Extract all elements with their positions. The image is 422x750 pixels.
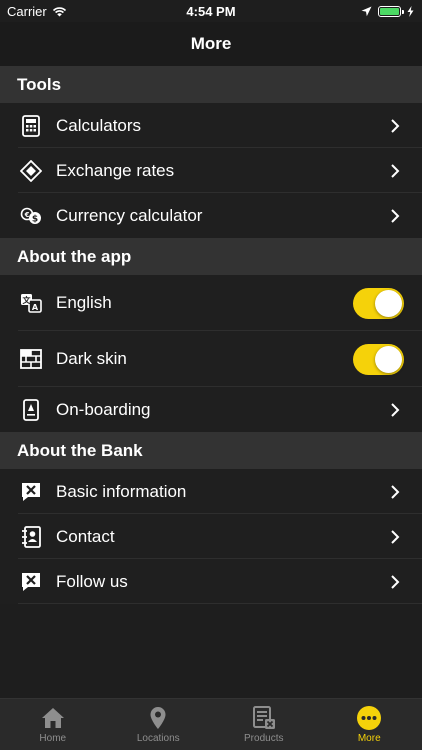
row-label: Follow us (56, 571, 128, 591)
phone-icon (20, 398, 42, 421)
chat-x-icon (20, 481, 42, 503)
home-icon (41, 708, 64, 728)
row-english: 文 A English (0, 275, 422, 331)
row-label: Basic information (56, 481, 187, 501)
row-on-boarding[interactable]: On-boarding (0, 387, 422, 432)
row-exchange-rates[interactable]: Exchange rates (0, 148, 422, 193)
tab-home[interactable]: Home (0, 699, 106, 750)
row-currency-calculator[interactable]: $ € Currency calculator (0, 193, 422, 238)
tab-bar: Home Locations Products More (0, 698, 422, 750)
chevron-right-icon (391, 574, 400, 589)
svg-text:€: € (24, 211, 30, 219)
dark-skin-toggle[interactable] (353, 343, 404, 375)
row-follow-us[interactable]: Follow us (0, 559, 422, 604)
time-label: 4:54 PM (186, 4, 236, 19)
more-icon (357, 706, 382, 730)
page-title: More (0, 22, 422, 66)
chevron-right-icon (391, 402, 400, 417)
section-header-about-app: About the app (0, 238, 422, 275)
svg-text:A: A (32, 303, 39, 312)
tab-label: Products (244, 733, 284, 744)
english-toggle[interactable] (353, 287, 404, 319)
row-label: English (56, 293, 112, 312)
row-label: Calculators (56, 115, 142, 135)
row-label: Currency calculator (56, 205, 203, 225)
pin-icon (150, 707, 166, 729)
chevron-right-icon (391, 118, 400, 133)
calculator-icon (20, 114, 42, 137)
more-list: Tools Calculators Exchange rates $ € Cur… (0, 66, 422, 604)
contact-book-icon (20, 525, 42, 548)
coins-icon: $ € (20, 205, 42, 227)
chevron-right-icon (391, 529, 400, 544)
tab-products[interactable]: Products (211, 699, 317, 750)
row-label: Exchange rates (56, 160, 175, 180)
row-basic-information[interactable]: Basic information (0, 469, 422, 514)
status-bar: Carrier 4:54 PM (0, 0, 422, 22)
brick-icon (20, 348, 42, 370)
section-header-tools: Tools (0, 66, 422, 103)
svg-text:$: $ (32, 214, 38, 224)
row-label: Dark skin (56, 349, 127, 368)
battery-icon (378, 5, 404, 17)
chevron-right-icon (391, 484, 400, 499)
chevron-right-icon (391, 163, 400, 178)
translate-icon: 文 A (20, 292, 42, 314)
row-label: On-boarding (56, 399, 151, 419)
exchange-icon (20, 159, 42, 182)
tab-label: Locations (136, 733, 180, 744)
chat-x-icon (20, 571, 42, 593)
section-header-about-bank: About the Bank (0, 432, 422, 469)
svg-text:文: 文 (23, 295, 32, 305)
row-dark-skin: Dark skin (0, 331, 422, 387)
row-label: Contact (56, 526, 115, 546)
tab-more[interactable]: More (317, 699, 422, 750)
row-calculators[interactable]: Calculators (0, 103, 422, 148)
tab-label: Home (39, 733, 67, 744)
chevron-right-icon (391, 208, 400, 223)
row-contact[interactable]: Contact (0, 514, 422, 559)
tab-locations[interactable]: Locations (106, 699, 212, 750)
tab-label: More (357, 733, 381, 744)
products-icon (252, 706, 275, 729)
